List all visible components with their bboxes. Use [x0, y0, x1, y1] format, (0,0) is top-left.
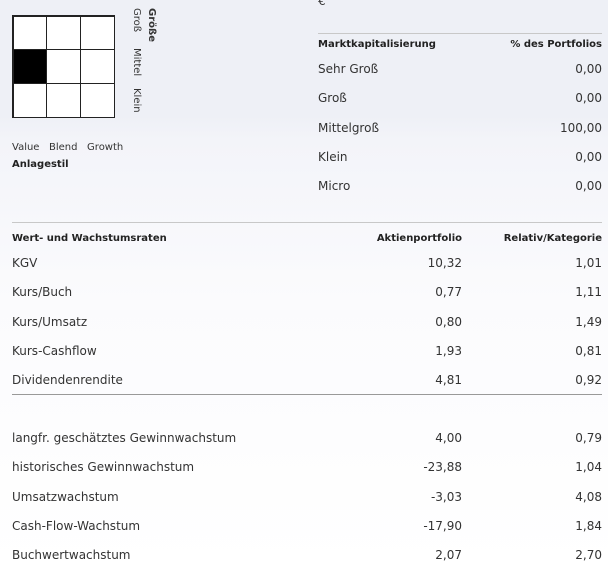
portfolio-value: -3,03 [430, 489, 462, 504]
size-axis-title: Größe [146, 8, 157, 42]
table-row: Micro 0,00 [0, 179, 608, 199]
relative-value: 0,81 [575, 343, 602, 358]
portfolio-value: 10,32 [427, 256, 462, 270]
relative-value: 1,11 [575, 285, 602, 300]
row-label: Mittelgroß [318, 120, 380, 135]
table-row: Kurs/Umsatz 0,80 1,49 [0, 315, 608, 335]
divider [318, 33, 602, 34]
valuation-header: Wert- und Wachstumsraten [12, 233, 167, 244]
table-row: Klein 0,00 [0, 150, 608, 170]
relative-value: 0,79 [575, 431, 602, 445]
row-label: Kurs/Umsatz [12, 314, 88, 329]
table-row: Kurs/Buch 0,77 1,11 [0, 285, 608, 305]
portfolio-value: 0,77 [435, 285, 462, 300]
table-row: Kurs-Cashflow 1,93 0,81 [0, 344, 608, 364]
divider [12, 222, 602, 223]
table-row: Buchwertwachstum 2,07 2,70 [0, 548, 608, 568]
size-label-large: Groß [131, 8, 142, 33]
row-value: 0,00 [575, 62, 602, 76]
portfolio-pct-header: % des Portfolios [510, 39, 602, 50]
relative-value: 1,04 [575, 460, 602, 475]
portfolio-value: 2,07 [435, 548, 462, 563]
row-value: 100,00 [560, 120, 602, 135]
table-row: Groß 0,00 [0, 91, 608, 111]
portfolio-value: -23,88 [423, 460, 462, 475]
table-row: Cash-Flow-Wachstum -17,90 1,84 [0, 519, 608, 539]
row-label: Groß [318, 91, 347, 106]
row-label: Umsatzwachstum [12, 489, 119, 504]
divider [12, 394, 602, 395]
table-row: Umsatzwachstum -3,03 4,08 [0, 490, 608, 510]
stock-portfolio-header: Aktienportfolio [376, 233, 462, 244]
row-label: Klein [318, 149, 348, 164]
row-value: 0,00 [575, 179, 602, 194]
table-row: Dividendenrendite 4,81 0,92 [0, 373, 608, 393]
row-label: langfr. geschätztes Gewinnwachstum [12, 431, 237, 445]
row-value: 0,00 [575, 149, 602, 164]
row-label: Micro [318, 179, 351, 194]
row-value: 0,00 [575, 91, 602, 106]
row-label: Buchwertwachstum [12, 548, 131, 563]
relative-value: 2,70 [575, 548, 602, 563]
table-row: Mittelgroß 100,00 [0, 121, 608, 141]
row-label: Kurs/Buch [12, 285, 73, 300]
row-label: Sehr Groß [318, 62, 379, 76]
row-label: KGV [12, 256, 38, 270]
table-row: historisches Gewinnwachstum -23,88 1,04 [0, 460, 608, 480]
style-box-cell [79, 15, 115, 51]
style-box-cell [12, 15, 48, 51]
table-row: KGV 10,32 1,01 [0, 256, 608, 276]
relative-value: 1,49 [575, 314, 602, 329]
relative-category-header: Relativ/Kategorie [503, 233, 602, 244]
relative-value: 0,92 [575, 373, 602, 388]
table-row: langfr. geschätztes Gewinnwachstum 4,00 0,… [0, 431, 608, 451]
relative-value: 1,01 [575, 256, 602, 270]
row-label: historisches Gewinnwachstum [12, 460, 195, 475]
market-cap-header: Marktkapitalisierung [318, 39, 436, 50]
relative-value: 4,08 [575, 489, 602, 504]
row-label: Dividendenrendite [12, 373, 123, 388]
row-label: Cash-Flow-Wachstum [12, 518, 141, 533]
style-box-cell [46, 15, 81, 51]
relative-value: 1,84 [575, 518, 602, 533]
portfolio-value: 4,00 [435, 431, 462, 445]
portfolio-value: 4,81 [435, 373, 462, 388]
currency-label: € [318, 0, 326, 8]
row-label: Kurs-Cashflow [12, 343, 97, 358]
portfolio-value: -17,90 [423, 518, 462, 533]
table-row: Sehr Groß 0,00 [0, 62, 608, 82]
portfolio-value: 0,80 [435, 314, 462, 329]
portfolio-value: 1,93 [435, 343, 462, 358]
